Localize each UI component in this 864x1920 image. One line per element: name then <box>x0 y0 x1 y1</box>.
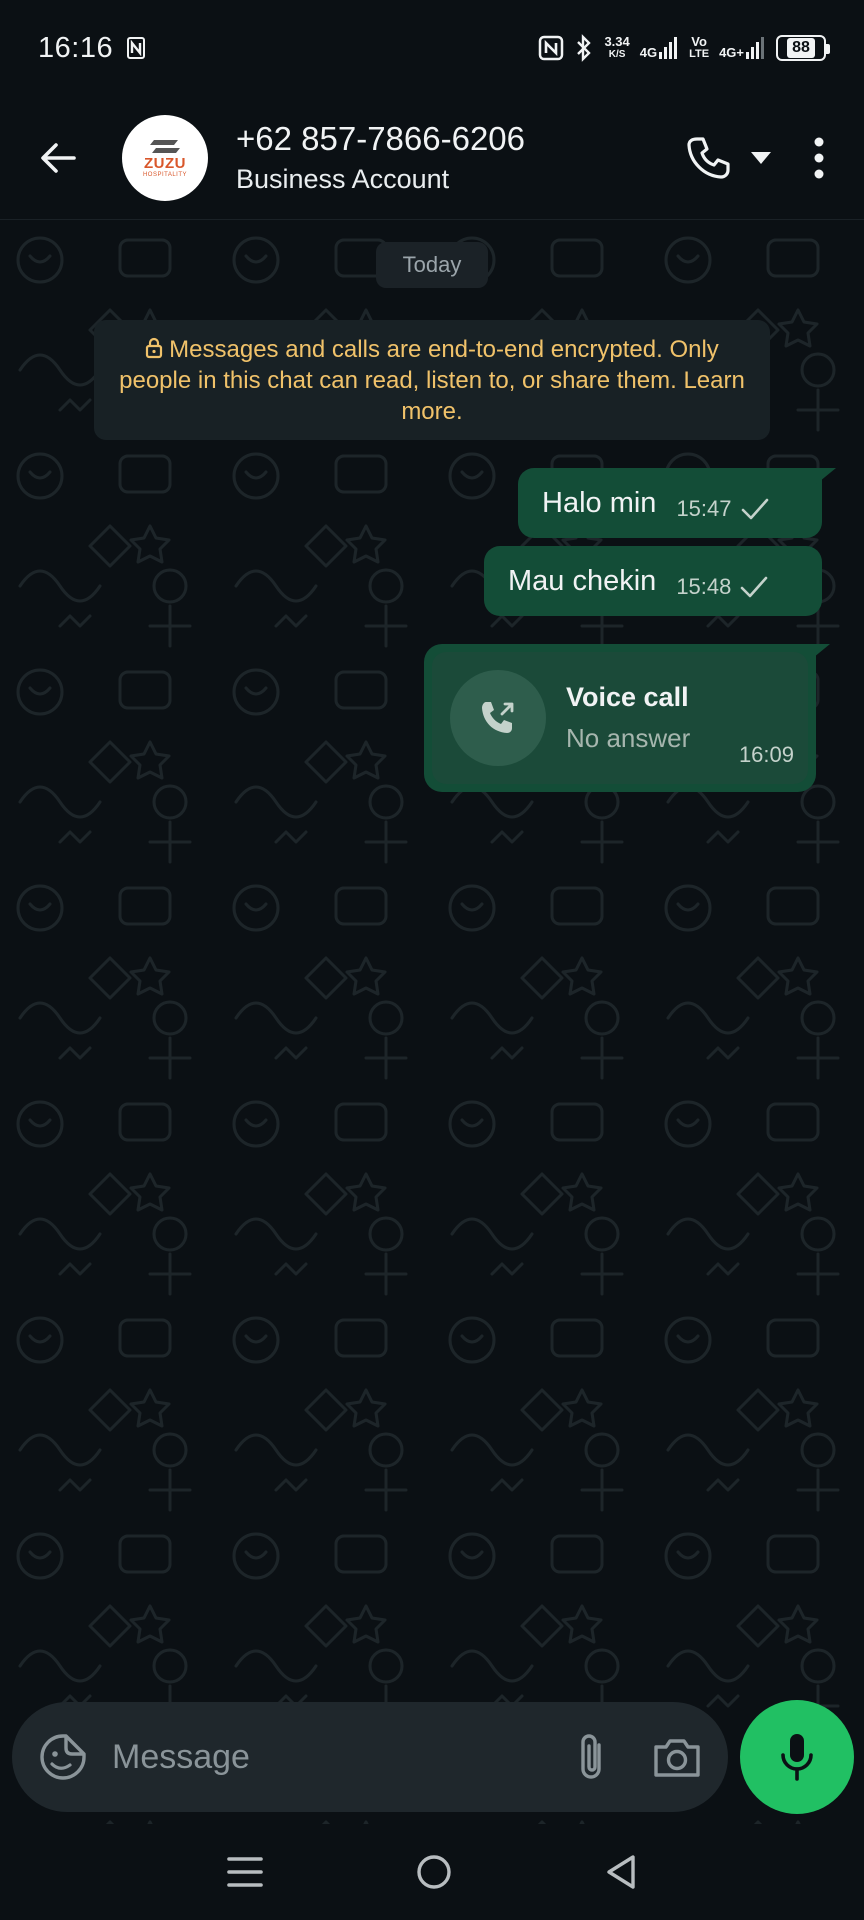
voice-call-card[interactable]: Voice call No answer 16:09 <box>432 652 808 784</box>
single-check-icon <box>741 498 768 520</box>
message-input[interactable] <box>112 1737 512 1777</box>
encryption-notice-text: Messages and calls are end-to-end encryp… <box>119 336 745 425</box>
signal-2-label: 4G+ <box>719 45 744 60</box>
net-speed-value: 3.34 <box>604 34 630 49</box>
status-bar: 16:16 3.34 K/S 4G Vo LTE 4G+ 88 <box>0 0 864 96</box>
net-speed-unit: K/S <box>608 49 626 60</box>
status-time: 16:16 <box>38 31 114 64</box>
call-time: 16:09 <box>738 742 794 767</box>
caret-down-icon <box>751 151 771 164</box>
system-nav-bar <box>0 1824 864 1920</box>
contact-info[interactable]: +62 857-7866-6206 Business Account <box>236 120 525 195</box>
message-text: Mau chekin <box>508 564 657 597</box>
contact-subtitle: Business Account <box>236 164 450 194</box>
date-chip: Today <box>376 242 488 288</box>
voice-call-bubble[interactable]: Voice call No answer 16:09 <box>424 644 830 792</box>
whatsapp-chat-screen: 16:16 3.34 K/S 4G Vo LTE 4G+ 88 ZUZU HOS… <box>0 0 864 1920</box>
encryption-notice[interactable]: Messages and calls are end-to-end encryp… <box>94 320 770 440</box>
nav-menu-button[interactable] <box>226 1855 263 1889</box>
camera-button[interactable] <box>652 1735 702 1779</box>
battery-icon: 88 <box>776 35 830 61</box>
phone-icon <box>687 136 730 179</box>
message-time: 15:48 <box>676 574 732 599</box>
back-button[interactable] <box>32 132 84 184</box>
call-icon-circle <box>450 670 546 766</box>
signal-1: 4G <box>640 37 679 59</box>
call-text: Voice call No answer <box>566 682 690 754</box>
header-actions <box>678 128 844 188</box>
missed-outgoing-call-icon <box>482 702 514 733</box>
volte-top: Vo <box>691 34 707 49</box>
home-circle-icon <box>417 1855 451 1889</box>
message-bubble-outgoing[interactable]: Mau chekin 15:48 <box>484 546 822 616</box>
nav-home-button[interactable] <box>416 1854 452 1890</box>
battery-level: 88 <box>787 38 815 58</box>
menu-icon <box>226 1857 263 1887</box>
message-composer <box>12 1702 728 1812</box>
signal-2: 4G+ <box>719 37 766 59</box>
volte-indicator: Vo LTE <box>689 35 709 61</box>
signal-bars-2-icon <box>746 37 764 59</box>
call-status: No answer <box>566 723 691 753</box>
nav-back-button[interactable] <box>605 1854 637 1890</box>
lock-icon <box>146 337 163 359</box>
signal-1-label: 4G <box>639 45 658 60</box>
volte-bottom: LTE <box>689 48 710 60</box>
bubble-tail <box>814 468 836 486</box>
avatar-brand: ZUZU <box>144 154 186 172</box>
more-vertical-icon <box>814 137 824 178</box>
message-bubble-outgoing[interactable]: Halo min 15:47 <box>518 468 836 538</box>
sticker-icon <box>40 1734 86 1780</box>
bluetooth-icon <box>577 34 592 62</box>
attach-button[interactable] <box>574 1731 608 1783</box>
notification-n-icon <box>127 37 146 59</box>
single-check-icon <box>741 576 768 598</box>
message-time: 15:47 <box>676 496 732 521</box>
bubble-tail <box>808 644 830 662</box>
avatar[interactable]: ZUZU HOSPITALITY <box>122 114 208 201</box>
call-title: Voice call <box>566 682 689 712</box>
arrow-left-icon <box>41 142 76 173</box>
zuzu-logo-icon <box>150 139 180 153</box>
signal-bars-icon <box>659 37 678 59</box>
status-icons: 3.34 K/S 4G Vo LTE 4G+ 88 <box>538 34 830 62</box>
call-options-button[interactable] <box>738 128 784 188</box>
call-button[interactable] <box>678 128 738 188</box>
contact-name: +62 857-7866-6206 <box>236 120 526 157</box>
message-text: Halo min <box>542 486 657 519</box>
avatar-brand-sub: HOSPITALITY <box>142 171 188 178</box>
more-options-button[interactable] <box>794 128 844 188</box>
back-triangle-icon <box>607 1855 636 1889</box>
chat-header: ZUZU HOSPITALITY +62 857-7866-6206 Busin… <box>0 96 864 220</box>
chat-messages-area[interactable]: Today Messages and calls are end-to-end … <box>0 220 864 1824</box>
emoji-button[interactable] <box>38 1732 88 1782</box>
paperclip-icon <box>581 1734 601 1779</box>
camera-icon <box>654 1739 700 1777</box>
chat-wallpaper-doodles <box>0 220 864 1824</box>
net-speed: 3.34 K/S <box>604 35 629 61</box>
mic-icon <box>781 1734 813 1781</box>
voice-message-button[interactable] <box>740 1700 854 1814</box>
nfc-icon <box>539 35 564 61</box>
